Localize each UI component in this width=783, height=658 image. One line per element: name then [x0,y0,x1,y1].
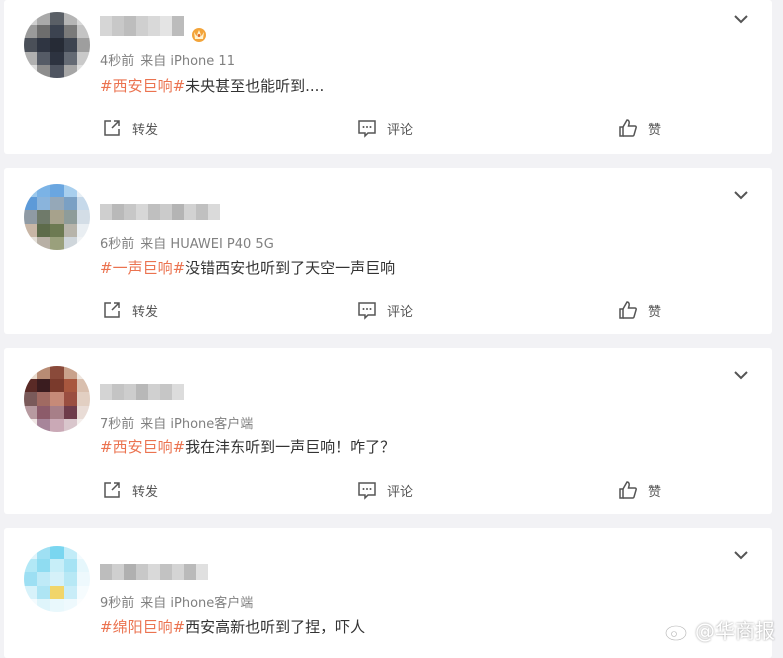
avatar[interactable] [24,546,90,612]
chevron-down-icon[interactable] [732,366,750,384]
post-time[interactable]: 6秒前 [100,237,134,252]
comment-button[interactable]: 评论 [357,479,413,501]
thumb-up-icon [619,481,637,499]
username-blurred[interactable] [100,16,184,36]
chevron-down-icon[interactable] [732,546,750,564]
repost-button[interactable]: 转发 [102,479,158,501]
chevron-down-icon[interactable] [732,186,750,204]
comment-icon [358,302,376,320]
like-label: 赞 [648,304,662,320]
thumb-up-icon [619,301,637,319]
like-button[interactable]: 赞 [618,479,661,501]
comment-button[interactable]: 评论 [357,117,413,139]
username-blurred[interactable] [100,204,220,220]
post-text: #西安巨响#我在沣东听到一声巨响！咋了？ [100,436,395,457]
weibo-logo-icon [665,620,690,641]
chevron-down-icon[interactable] [732,10,750,28]
comment-label: 评论 [387,304,414,320]
repost-button[interactable]: 转发 [102,299,158,321]
hashtag-link[interactable]: #西安巨响# [100,77,185,95]
comment-label: 评论 [387,122,414,138]
post-source: 来自 iPhone 11 [140,54,235,69]
post-card: 6秒前 来自 HUAWEI P40 5G #一声巨响#没错西安也听到了天空一声巨响… [4,168,772,334]
share-arrow-icon [104,302,120,318]
post-text: #绵阳巨响#西安高新也听到了捏，吓人 [100,616,365,637]
post-body: 没错西安也听到了天空一声巨响 [185,259,396,277]
post-source: 来自 iPhone客户端 [140,417,254,432]
like-label: 赞 [648,484,662,500]
share-arrow-icon [104,482,120,498]
repost-label: 转发 [132,122,159,138]
avatar[interactable] [24,184,90,250]
repost-label: 转发 [132,304,159,320]
repost-label: 转发 [132,484,159,500]
post-time[interactable]: 9秒前 [100,596,134,611]
post-meta: 7秒前 来自 iPhone客户端 [100,413,253,432]
like-label: 赞 [648,122,662,138]
post-source: 来自 HUAWEI P40 5G [140,237,274,252]
hashtag-link[interactable]: #绵阳巨响# [100,618,185,636]
post-meta: 6秒前 来自 HUAWEI P40 5G [100,233,274,252]
comment-label: 评论 [387,484,414,500]
post-text: #一声巨响#没错西安也听到了天空一声巨响 [100,257,395,278]
comment-icon [358,482,376,500]
username-blurred[interactable] [100,384,184,400]
post-text: #西安巨响#未央甚至也能听到.... [100,75,324,96]
comment-icon [358,120,376,138]
repost-button[interactable]: 转发 [102,117,158,139]
post-card: 4秒前 来自 iPhone 11 #西安巨响#未央甚至也能听到.... 转发 评论… [4,0,772,154]
avatar[interactable] [24,366,90,432]
post-source: 来自 iPhone客户端 [140,596,254,611]
post-card: 7秒前 来自 iPhone客户端 #西安巨响#我在沣东听到一声巨响！咋了？ 转发 … [4,348,772,514]
post-meta: 4秒前 来自 iPhone 11 [100,50,235,69]
post-body: 西安高新也听到了捏，吓人 [185,618,366,636]
post-body: 我在沣东听到一声巨响！咋了？ [185,438,396,456]
avatar[interactable] [24,12,90,78]
post-time[interactable]: 7秒前 [100,417,134,432]
username-blurred[interactable] [100,564,208,580]
hashtag-link[interactable]: #西安巨响# [100,438,185,456]
post-card: 9秒前 来自 iPhone客户端 #绵阳巨响#西安高新也听到了捏，吓人 [4,528,772,658]
watermark-text: @华商报 [695,619,775,643]
watermark: @华商报 [665,615,775,644]
post-time[interactable]: 4秒前 [100,54,134,69]
thumb-up-icon [619,119,637,137]
hashtag-link[interactable]: #一声巨响# [100,259,185,277]
comment-button[interactable]: 评论 [357,299,413,321]
share-arrow-icon [104,120,120,136]
post-meta: 9秒前 来自 iPhone客户端 [100,592,253,611]
like-button[interactable]: 赞 [618,299,661,321]
crown-badge-icon [192,28,206,42]
post-body: 未央甚至也能听到.... [185,77,325,95]
like-button[interactable]: 赞 [618,117,661,139]
